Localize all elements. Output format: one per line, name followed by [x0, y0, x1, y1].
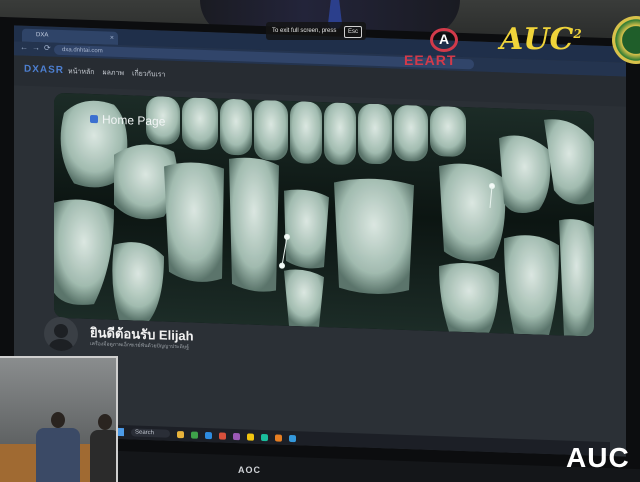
tab-title: DXA: [36, 32, 49, 39]
audience-person: [90, 414, 116, 482]
site-logo[interactable]: DXASR: [24, 64, 64, 76]
app-icon[interactable]: [219, 431, 227, 440]
app-icon[interactable]: [275, 433, 283, 442]
hero-xray-banner: Home Page: [54, 92, 594, 337]
edge-browser-icon[interactable]: [205, 431, 213, 439]
back-forward-icon[interactable]: ←→⟳: [20, 43, 55, 53]
eeart-mark-icon: [430, 28, 458, 52]
hero-label: Home Page: [90, 112, 165, 129]
monitor-brand-logo: AOC: [238, 465, 261, 475]
fullscreen-hint: To exit full screen, press Esc: [266, 22, 366, 40]
nav-item-home[interactable]: หน้าหลัก: [68, 66, 94, 78]
app-icon[interactable]: [191, 430, 199, 439]
nav-menu: หน้าหลัก ผลภาพ เกี่ยวกับเรา: [68, 66, 165, 80]
tab-close-icon[interactable]: ×: [110, 32, 114, 45]
app-icon[interactable]: [289, 434, 297, 442]
auc-logo-text: AUC: [500, 22, 574, 57]
windows-taskbar: Search: [110, 424, 610, 457]
chrome-browser-icon[interactable]: [247, 432, 255, 441]
camera-inset: [0, 356, 118, 482]
app-icon[interactable]: [233, 432, 241, 440]
checkbox-icon[interactable]: [90, 114, 98, 124]
eeart-logo-text: EEART: [404, 52, 457, 68]
auc-logo: AUC2: [500, 22, 610, 68]
nav-item-about[interactable]: เกี่ยวกับเรา: [132, 68, 165, 80]
presenter-person: [36, 412, 80, 482]
auc-logo-sup: 2: [573, 27, 582, 41]
fullscreen-hint-text: To exit full screen, press: [272, 28, 337, 34]
nav-item-results[interactable]: ผลภาพ: [102, 67, 124, 79]
file-explorer-icon[interactable]: [177, 430, 185, 438]
home-page-title: Home Page: [102, 112, 166, 129]
stream-brand-text: AUC: [566, 442, 630, 473]
dental-xray-image: [54, 92, 594, 337]
avatar[interactable]: [44, 316, 78, 352]
app-icon[interactable]: [261, 433, 269, 441]
esc-key: Esc: [343, 26, 362, 38]
taskbar-search[interactable]: Search: [131, 428, 171, 438]
person-head: [51, 412, 65, 428]
person-head: [98, 414, 112, 430]
eeart-logo: EEART: [404, 26, 488, 70]
